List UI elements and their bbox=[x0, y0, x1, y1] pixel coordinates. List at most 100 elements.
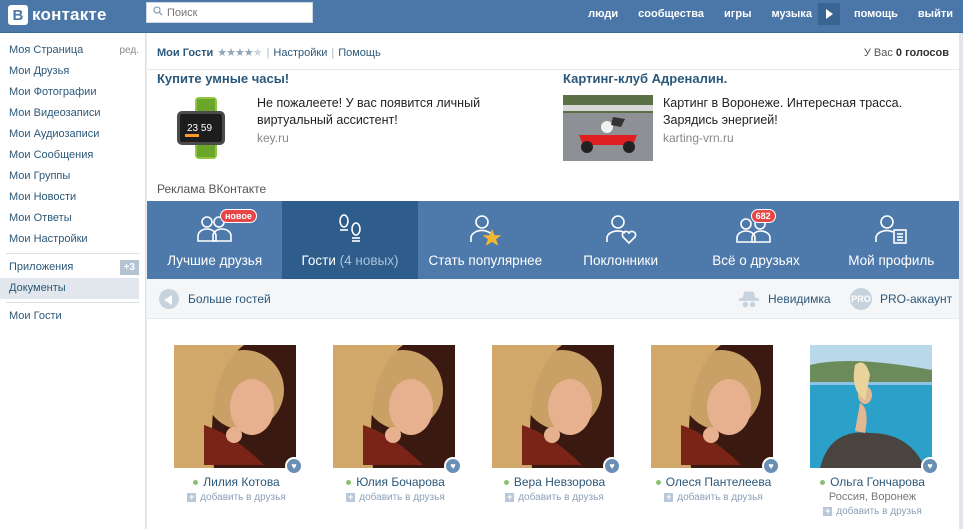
sidebar-item-videos[interactable]: Мои Видеозаписи bbox=[0, 103, 145, 124]
guest-name[interactable]: Вера Невзорова bbox=[492, 475, 617, 489]
top-nav: люди сообщества игры музыка помощь выйти bbox=[578, 0, 963, 27]
plus-icon: + bbox=[187, 492, 197, 502]
app-header: Мои Гости ★★★★★ | Настройки | Помощь У В… bbox=[147, 33, 959, 70]
scrollbar-track[interactable] bbox=[959, 33, 963, 529]
ad-title[interactable]: Купите умные часы! bbox=[157, 71, 517, 86]
search-icon bbox=[153, 6, 163, 19]
sidebar-item-news[interactable]: Мои Новости bbox=[0, 187, 145, 208]
karting-image[interactable] bbox=[563, 95, 653, 161]
sidebar-item-messages[interactable]: Мои Сообщения bbox=[0, 145, 145, 166]
like-heart-button[interactable]: ♥ bbox=[762, 457, 780, 475]
sidebar-item-label: Приложения bbox=[9, 261, 74, 273]
add-friend-button[interactable]: + добавить в друзья bbox=[333, 492, 458, 503]
guest-card: ♥ Олеся Пантелеева + добавить в друзья bbox=[651, 345, 780, 503]
nav-help[interactable]: помощь bbox=[844, 8, 908, 20]
guest-photo[interactable] bbox=[810, 345, 932, 468]
sidebar-divider bbox=[6, 302, 139, 303]
ad-block-1[interactable]: Купите умные часы! 23 59 Не пожалеете! У… bbox=[157, 71, 517, 161]
music-play-button[interactable] bbox=[817, 2, 840, 25]
sidebar-item-photos[interactable]: Мои Фотографии bbox=[0, 82, 145, 103]
add-friend-button[interactable]: + добавить в друзья bbox=[651, 492, 776, 503]
add-friend-button[interactable]: + добавить в друзья bbox=[810, 506, 935, 517]
invisible-button[interactable]: Невидимка bbox=[738, 288, 831, 310]
like-heart-button[interactable]: ♥ bbox=[603, 457, 621, 475]
sidebar-item-audio[interactable]: Мои Аудиозаписи bbox=[0, 124, 145, 145]
guest-photo[interactable] bbox=[333, 345, 455, 468]
tab-my-profile[interactable]: Мой профиль bbox=[824, 201, 959, 279]
ad-label[interactable]: Реклама ВКонтакте bbox=[157, 182, 266, 196]
ad-title[interactable]: Картинг-клуб Адреналин. bbox=[563, 71, 923, 86]
sidebar-item-my-page[interactable]: Моя Страница ред. bbox=[0, 40, 145, 61]
guest-name[interactable]: Олеся Пантелеева bbox=[651, 475, 776, 489]
new-guests-count: (4 новых) bbox=[339, 253, 399, 268]
pro-account-button[interactable]: PRO PRO-аккаунт bbox=[850, 287, 952, 310]
more-guests-button[interactable]: Больше гостей bbox=[158, 288, 271, 310]
app-title[interactable]: Мои Гости bbox=[157, 47, 213, 59]
guest-photo[interactable] bbox=[651, 345, 773, 468]
like-heart-button[interactable]: ♥ bbox=[285, 457, 303, 475]
nav-games[interactable]: игры bbox=[714, 8, 761, 20]
sidebar: Моя Страница ред. Мои Друзья Мои Фотогра… bbox=[0, 33, 146, 529]
add-friend-button[interactable]: + добавить в друзья bbox=[174, 492, 299, 503]
online-indicator bbox=[503, 479, 509, 485]
guests-app-tabbar: новое Лучшие друзья Гости (4 новых) Стат… bbox=[147, 201, 959, 279]
add-friend-button[interactable]: + добавить в друзья bbox=[492, 492, 617, 503]
user-star-icon bbox=[468, 213, 502, 248]
guest-name[interactable]: Юлия Бочарова bbox=[333, 475, 458, 489]
top-bar: В контакте люди сообщества игры музыка п… bbox=[0, 0, 963, 33]
like-heart-button[interactable]: ♥ bbox=[444, 457, 462, 475]
guest-card: ♥ Вера Невзорова + добавить в друзья bbox=[492, 345, 621, 503]
guest-photo[interactable] bbox=[174, 345, 296, 468]
user-heart-icon bbox=[604, 213, 638, 248]
svg-text:23 59: 23 59 bbox=[187, 123, 212, 134]
ad-url[interactable]: key.ru bbox=[257, 130, 507, 147]
nav-logout[interactable]: выйти bbox=[908, 8, 963, 20]
nav-music[interactable]: музыка bbox=[761, 8, 821, 20]
main-content: Мои Гости ★★★★★ | Настройки | Помощь У В… bbox=[147, 33, 959, 529]
tab-all-about-friends[interactable]: 682 Всё о друзьях bbox=[688, 201, 823, 279]
logo-text: контакте bbox=[32, 5, 107, 24]
settings-link[interactable]: Настройки bbox=[273, 47, 327, 59]
tab-label: Поклонники bbox=[583, 253, 658, 268]
sidebar-item-settings[interactable]: Мои Настройки bbox=[0, 229, 145, 250]
tab-become-popular[interactable]: Стать популярнее bbox=[418, 201, 553, 279]
sidebar-item-label: Моя Страница bbox=[9, 44, 84, 56]
ad-url[interactable]: karting-vrn.ru bbox=[663, 130, 913, 147]
tab-label: Мой профиль bbox=[848, 253, 935, 268]
like-heart-button[interactable]: ♥ bbox=[921, 457, 939, 475]
guest-photo[interactable] bbox=[492, 345, 614, 468]
guest-name[interactable]: Лилия Котова bbox=[174, 475, 299, 489]
help-link[interactable]: Помощь bbox=[338, 47, 381, 59]
rating-stars[interactable]: ★★★★★ bbox=[217, 46, 262, 59]
guests-list: ♥ Лилия Котова + добавить в друзья ♥ Юлия… bbox=[147, 345, 959, 525]
online-indicator bbox=[346, 479, 352, 485]
tab-best-friends[interactable]: новое Лучшие друзья bbox=[147, 201, 282, 279]
plus-icon: + bbox=[505, 492, 515, 502]
nav-communities[interactable]: сообщества bbox=[628, 8, 714, 20]
sidebar-item-my-guests[interactable]: Мои Гости bbox=[0, 306, 145, 327]
apps-count-badge: +3 bbox=[119, 260, 139, 275]
nav-people[interactable]: люди bbox=[578, 8, 628, 20]
sidebar-item-answers[interactable]: Мои Ответы bbox=[0, 208, 145, 229]
online-indicator bbox=[193, 479, 199, 485]
tab-label: Гости (4 новых) bbox=[301, 253, 399, 268]
edit-link[interactable]: ред. bbox=[119, 40, 139, 61]
ad-block-2[interactable]: Картинг-клуб Адреналин. Картинг в Вороне… bbox=[563, 71, 923, 161]
guest-location: Россия, Воронеж bbox=[828, 491, 917, 503]
sidebar-item-friends[interactable]: Мои Друзья bbox=[0, 61, 145, 82]
tab-fans[interactable]: Поклонники bbox=[553, 201, 688, 279]
tab-label: Лучшие друзья bbox=[167, 253, 263, 268]
sidebar-item-documents[interactable]: Документы bbox=[0, 278, 139, 299]
smartwatch-image[interactable]: 23 59 bbox=[157, 95, 247, 161]
tab-label: Всё о друзьях bbox=[712, 253, 800, 268]
sidebar-item-groups[interactable]: Мои Группы bbox=[0, 166, 145, 187]
search-input[interactable] bbox=[167, 6, 297, 19]
tab-guests[interactable]: Гости (4 новых) bbox=[282, 201, 418, 279]
spy-hat-icon bbox=[738, 288, 760, 310]
online-indicator bbox=[655, 479, 661, 485]
guest-name[interactable]: Ольга Гончарова bbox=[810, 475, 935, 489]
friends-count-badge: 682 bbox=[750, 209, 776, 223]
vk-logo[interactable]: В контакте bbox=[8, 4, 107, 26]
sidebar-item-apps[interactable]: Приложения +3 bbox=[0, 257, 145, 278]
search-box[interactable] bbox=[146, 2, 313, 23]
